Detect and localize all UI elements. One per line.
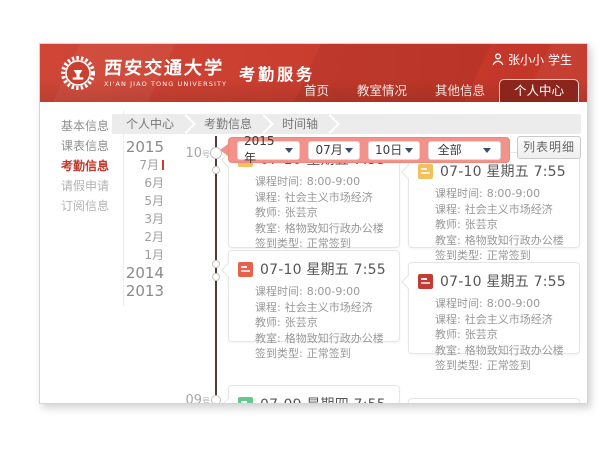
event-icon [238, 262, 253, 277]
card-title: 07-09 星期四 7:55 [260, 394, 386, 403]
sidebar-item-basic-info[interactable]: 基本信息 [40, 116, 120, 136]
card-field: 课程:社会主义市场经济 [255, 190, 391, 206]
attendance-card: 07-10 星期五 7:55 课程时间:8:00-9:00 课程:社会主义市场经… [408, 152, 580, 248]
card-field: 课程:社会主义市场经济 [435, 312, 571, 328]
attendance-card [408, 398, 580, 403]
attendance-card: 07-09 星期四 7:55 [228, 385, 400, 403]
attendance-card: 07-10 星期五 7:55 课程时间:8:00-9:00 课程:社会主义市场经… [228, 250, 400, 342]
timeline-node [212, 166, 220, 174]
day-marker-10: 10号 [168, 146, 210, 161]
breadcrumb-filler [330, 114, 581, 134]
type-select[interactable]: 全部 [428, 141, 501, 160]
month-select[interactable]: 07月 [308, 141, 360, 160]
card-field: 教师:张芸京 [255, 205, 391, 221]
chevron-down-icon [405, 148, 413, 153]
breadcrumb: 个人中心 考勤信息 时间轴 [112, 114, 581, 134]
card-title: 07-10 星期五 7:55 [440, 161, 566, 181]
date-nav-2015[interactable]: 2015 [100, 138, 164, 156]
card-field: 签到类型:正常签到 [435, 358, 571, 374]
user-info[interactable]: 张小小 学生 [492, 51, 572, 68]
list-detail-button[interactable]: 列表明细 [517, 136, 581, 159]
card-title: 07-10 星期五 7:55 [440, 271, 566, 291]
day-select[interactable]: 10日 [368, 141, 420, 160]
card-field: 教室:格物致知行政办公楼 [255, 331, 391, 347]
filter-bar-arrow [220, 144, 228, 156]
user-role: 学生 [548, 51, 572, 68]
date-nav-jul[interactable]: 7月 [100, 156, 164, 174]
card-field: 教室:格物致知行政办公楼 [435, 343, 571, 359]
card-field: 教室:格物致知行政办公楼 [435, 233, 571, 249]
chevron-down-icon [345, 148, 353, 153]
person-icon [492, 53, 504, 66]
card-field: 课程时间:8:00-9:00 [435, 186, 571, 202]
date-nav-2014[interactable]: 2014 [100, 264, 164, 282]
breadcrumb-personal-center[interactable]: 个人中心 [112, 114, 186, 134]
card-field: 课程时间:8:00-9:00 [255, 174, 391, 190]
nav-item-personal-center[interactable]: 个人中心 [499, 79, 579, 102]
date-nav-jan[interactable]: 1月 [100, 246, 164, 264]
timeline-node [212, 260, 220, 268]
card-field: 签到类型:正常签到 [255, 346, 391, 362]
card-field: 教室:格物致知行政办公楼 [255, 221, 391, 237]
nav-item-home[interactable]: 首页 [290, 79, 343, 102]
card-field: 教师:张芸京 [435, 217, 571, 233]
nav-item-classrooms[interactable]: 教室情况 [343, 79, 421, 102]
card-field: 教师:张芸京 [255, 315, 391, 331]
timeline-date-nav: 2015 7月 6月 5月 3月 2月 1月 2014 2013 [100, 138, 164, 300]
card-field: 课程:社会主义市场经济 [255, 300, 391, 316]
chevron-down-icon [483, 148, 491, 153]
date-nav-may[interactable]: 5月 [100, 192, 164, 210]
date-nav-mar[interactable]: 3月 [100, 210, 164, 228]
card-field: 课程时间:8:00-9:00 [435, 296, 571, 312]
event-icon [418, 164, 433, 179]
main-nav: 首页 教室情况 其他信息 个人中心 [290, 79, 579, 102]
event-icon [418, 274, 433, 289]
university-name-en: XI'AN JIAO TONG UNIVERSITY [104, 80, 227, 88]
timeline-node [212, 273, 220, 281]
card-field: 课程:社会主义市场经济 [435, 202, 571, 218]
attendance-card: 07-10 星期五 7:55 课程时间:8:00-9:00 课程:社会主义市场经… [408, 262, 580, 354]
nav-item-other-info[interactable]: 其他信息 [421, 79, 499, 102]
university-logo-block: 西安交通大学 XI'AN JIAO TONG UNIVERSITY 考勤服务 [60, 44, 315, 102]
breadcrumb-timeline[interactable]: 时间轴 [264, 114, 330, 134]
date-nav-jun[interactable]: 6月 [100, 174, 164, 192]
active-month-tick [162, 160, 164, 170]
event-icon [238, 397, 253, 404]
date-nav-2013[interactable]: 2013 [100, 282, 164, 300]
card-field: 教师:张芸京 [435, 327, 571, 343]
content-area: 基本信息 课表信息 考勤信息 请假申请 订阅信息 个人中心 考勤信息 时间轴 2… [40, 102, 587, 403]
app-window: 西安交通大学 XI'AN JIAO TONG UNIVERSITY 考勤服务 张… [39, 43, 588, 404]
user-name: 张小小 [508, 51, 544, 68]
timeline-node [211, 395, 221, 403]
header-banner: 西安交通大学 XI'AN JIAO TONG UNIVERSITY 考勤服务 张… [40, 44, 587, 102]
filter-bar: 2015年 07月 10日 全部 [228, 137, 510, 163]
card-title: 07-10 星期五 7:55 [260, 259, 386, 279]
year-select[interactable]: 2015年 [237, 141, 300, 160]
day-marker-09: 09号 [168, 393, 210, 403]
chevron-down-icon [285, 148, 293, 153]
card-field: 课程时间:8:00-9:00 [255, 284, 391, 300]
date-nav-feb[interactable]: 2月 [100, 228, 164, 246]
university-gear-logo-icon [60, 55, 96, 91]
timeline-axis [215, 136, 217, 403]
breadcrumb-attendance-info[interactable]: 考勤信息 [186, 114, 264, 134]
university-name-cn: 西安交通大学 [103, 59, 227, 78]
